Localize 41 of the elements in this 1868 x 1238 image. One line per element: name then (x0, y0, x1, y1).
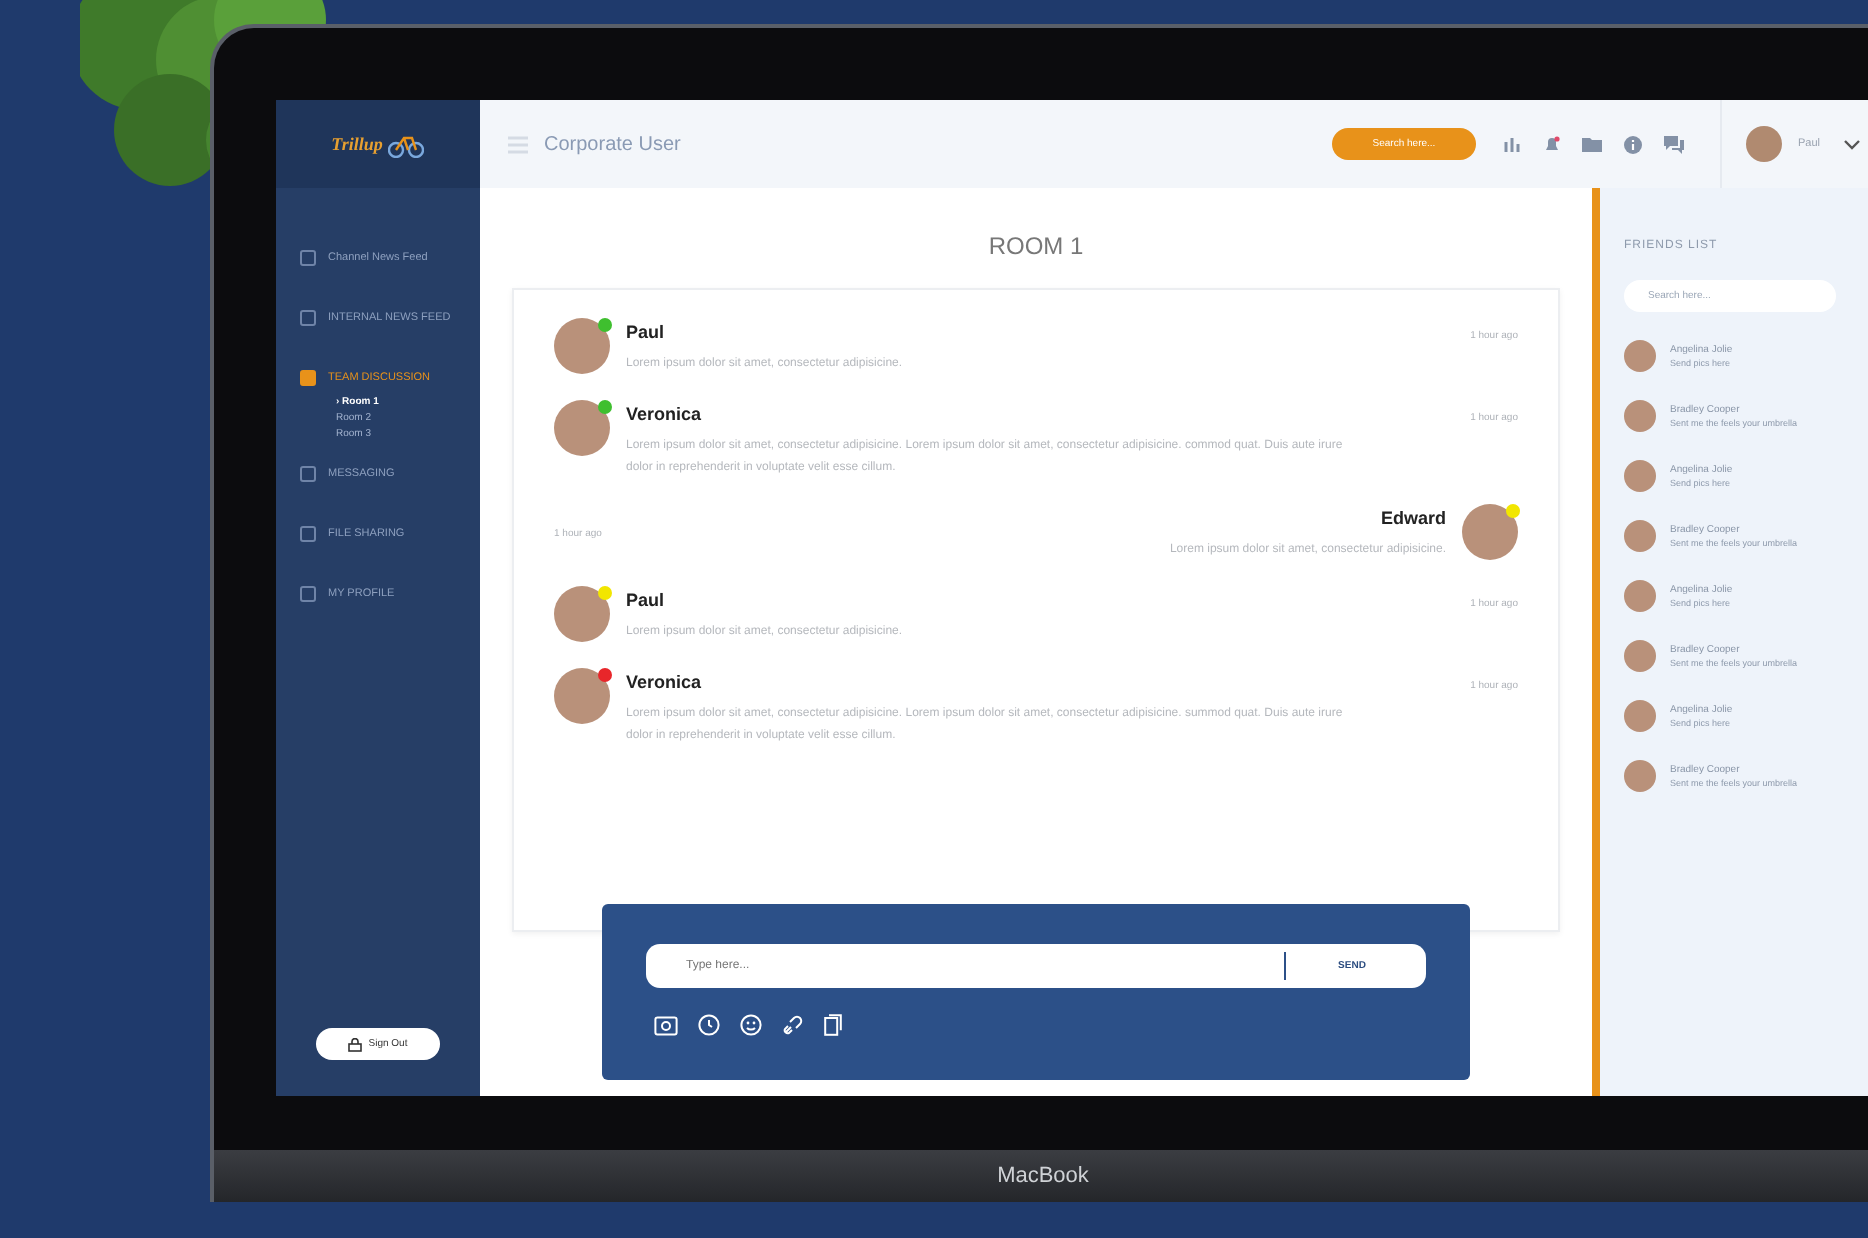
page-title: Corporate User (544, 133, 681, 155)
room-title: ROOM 1 (986, 230, 1086, 264)
chart-icon[interactable] (1503, 136, 1522, 152)
info-icon[interactable] (1623, 135, 1642, 153)
avatar-placeholder (554, 586, 610, 642)
avatar-placeholder (1624, 580, 1656, 612)
avatar-placeholder (1624, 460, 1656, 492)
link-icon[interactable] (782, 1014, 804, 1036)
avatar-placeholder (1624, 520, 1656, 552)
chat-icon[interactable] (1663, 135, 1684, 153)
image-icon[interactable] (654, 1015, 678, 1035)
smiley-icon[interactable] (740, 1014, 762, 1036)
nav-icon (300, 250, 316, 266)
device-label: MacBook (997, 1164, 1089, 1188)
sender-name: Edward (1380, 508, 1446, 528)
sender-name: Veronica (626, 672, 704, 692)
nav-icon (300, 526, 316, 542)
lock-icon (348, 1037, 363, 1051)
nav-icon (300, 370, 316, 386)
avatar-placeholder (554, 318, 610, 374)
bell-icon[interactable] (1543, 135, 1560, 153)
chevron-down-icon[interactable] (1844, 139, 1860, 149)
avatar-placeholder (1624, 700, 1656, 732)
sender-name: Paul (626, 322, 667, 342)
folder-icon[interactable] (1581, 136, 1602, 152)
avatar-placeholder (1624, 640, 1656, 672)
user-avatar[interactable] (1745, 126, 1782, 162)
avatar-placeholder (1624, 340, 1656, 372)
avatar-placeholder (554, 668, 610, 724)
avatar-placeholder (1624, 760, 1656, 792)
avatar-placeholder (554, 400, 610, 456)
document-icon[interactable] (824, 1014, 842, 1036)
avatar-placeholder (1624, 400, 1656, 432)
nav-icon (300, 466, 316, 482)
nav-icon (300, 586, 316, 602)
avatar-placeholder (1462, 504, 1518, 560)
clock-icon[interactable] (698, 1014, 720, 1036)
sender-name: Paul (626, 590, 667, 610)
logo-text: Trillup (331, 134, 383, 154)
nav-icon (300, 310, 316, 326)
sender-name: Veronica (626, 404, 704, 424)
